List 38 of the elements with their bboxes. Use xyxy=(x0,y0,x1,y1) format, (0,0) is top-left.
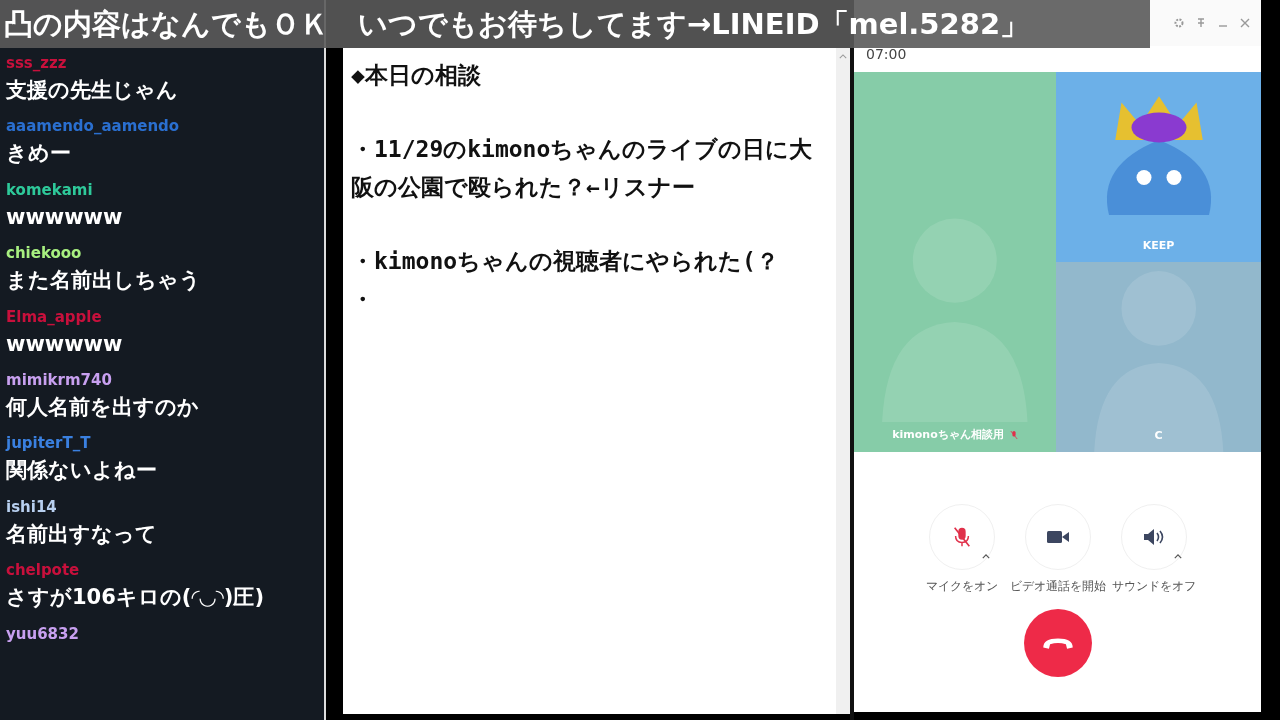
chat-username: aaamendo_aamendo xyxy=(6,117,181,136)
chat-username: yuu6832 xyxy=(6,624,80,643)
pin-icon[interactable] xyxy=(1195,17,1207,29)
chat-message: また名前出しちゃう xyxy=(6,267,202,295)
chat-username: Elma_apple xyxy=(6,307,103,326)
chat-message: 支援の先生じゃん xyxy=(6,77,179,104)
participant-name: C xyxy=(1154,429,1163,442)
caret-icon[interactable] xyxy=(981,554,990,559)
chat-message: wwwwww xyxy=(6,203,124,231)
call-timer: 07:00 xyxy=(865,46,907,64)
participant-name: kimonoちゃん相談用 xyxy=(892,427,1004,442)
note-line: ・11/29のkimonoちゃんのライブの日に大阪の公園で殴られた？←リスナー xyxy=(351,135,814,202)
close-icon[interactable] xyxy=(1239,17,1251,29)
note-line: ・kimonoちゃんの視聴者にやられた(？ xyxy=(351,247,780,276)
scrollbar[interactable] xyxy=(836,48,850,714)
chat-username: sss_zzz xyxy=(6,54,68,72)
chat-username: mimikrm740 xyxy=(6,370,113,389)
control-label: マイクをオン xyxy=(924,578,999,595)
chat-username: chiekooo xyxy=(6,244,83,263)
chat-message: wwwwww xyxy=(6,330,124,358)
chat-message: 名前出すなって xyxy=(6,520,158,548)
participant-name: KEEP xyxy=(1142,239,1175,252)
banner-text: 凸の内容はなんでもＯＫ いつでもお待ちしてます→LINEID「mel.5282」 xyxy=(0,0,1150,48)
chat-username: chelpote xyxy=(6,561,81,580)
chat-message: さすが106キロの(◜◡◝)圧) xyxy=(6,584,266,612)
chat-username: ishi14 xyxy=(6,497,58,516)
caret-icon[interactable] xyxy=(1173,554,1182,559)
chat-message: きめー xyxy=(6,140,72,168)
speaker-icon xyxy=(1141,526,1166,548)
chat-message: 何人名前を出すのか xyxy=(6,393,200,421)
chat-username: jupiterT_T xyxy=(6,434,92,453)
chat-message: 関係ないよねー xyxy=(6,457,158,485)
control-label: ビデオ通話を開始 xyxy=(1009,578,1106,595)
settings-icon[interactable] xyxy=(1173,17,1185,29)
note-line: ・ xyxy=(351,285,375,314)
chat-username: komekami xyxy=(6,180,94,199)
note-line: ◆本日の相談 xyxy=(351,61,482,90)
control-label: サウンドをオフ xyxy=(1110,578,1197,595)
